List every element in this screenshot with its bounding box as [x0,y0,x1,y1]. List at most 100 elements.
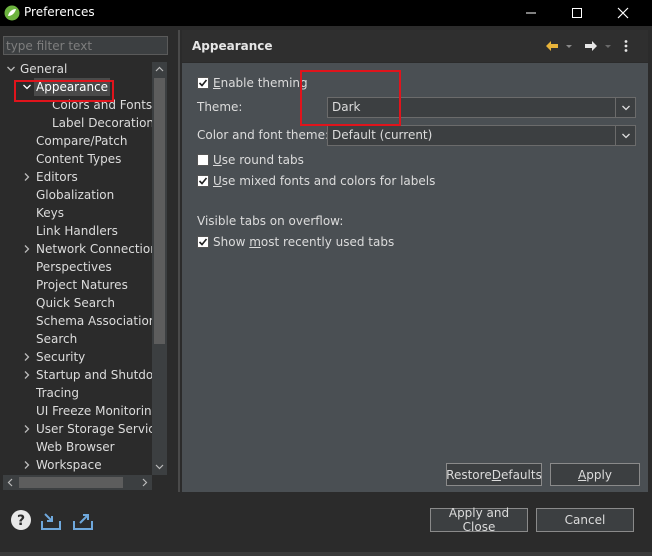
mixed-fonts-label: Use mixed fonts and colors for labels [213,174,436,188]
scroll-up-icon[interactable] [155,65,164,74]
appearance-page: Enable theming Theme: Dark Color and fon… [182,63,648,492]
tree-item[interactable]: Security [3,348,152,366]
svg-text:?: ? [17,513,25,529]
scroll-right-icon[interactable] [140,478,149,487]
checkmark-icon [198,238,208,246]
chevron-right-icon[interactable] [22,172,32,182]
chevron-right-icon[interactable] [22,244,32,254]
window-title: Preferences [24,5,95,19]
maximize-icon [572,8,582,18]
tree-item[interactable]: Workspace [3,456,152,474]
tree-item[interactable]: General [3,60,152,78]
scroll-down-icon[interactable] [155,462,164,471]
tree-item[interactable]: Keys [3,204,152,222]
back-dropdown-icon[interactable] [564,38,574,54]
tree-item-label: Globalization [36,188,115,202]
round-tabs-label: Use round tabs [213,153,304,167]
tree-item[interactable]: Search [3,330,152,348]
tree-item[interactable]: Link Handlers [3,222,152,240]
tree-item[interactable]: Project Natures [3,276,152,294]
color-font-dropdown-button[interactable] [615,126,635,145]
tree-item[interactable]: Schema Associations [3,312,152,330]
chevron-right-icon[interactable] [22,424,32,434]
chevron-down-icon [621,105,630,110]
dialog-footer: ? Apply and Close Cancel [0,492,652,556]
tree-item[interactable]: Network Connections [3,240,152,258]
tree-item[interactable]: UI Freeze Monitoring [3,402,152,420]
close-button[interactable] [600,0,646,26]
tree-item-label: Tracing [36,386,80,400]
checkbox-box[interactable] [197,175,209,187]
checkbox-box[interactable] [197,236,209,248]
chevron-right-icon[interactable] [22,460,32,470]
export-icon[interactable] [72,509,94,531]
tree-item-label: General [20,62,68,76]
tree-item-label: Security [36,350,86,364]
tree-horizontal-scrollbar[interactable] [3,475,152,490]
tree-item-label: User Storage Service [36,422,152,436]
filter-input[interactable] [3,36,168,55]
view-menu-icon[interactable] [622,38,630,54]
tree-item[interactable]: Content Types [3,150,152,168]
minimize-button[interactable] [508,0,554,26]
theme-label: Theme: [197,100,243,114]
horizontal-scroll-thumb[interactable] [19,477,123,488]
help-icon[interactable]: ? [10,509,32,531]
chevron-right-icon[interactable] [22,370,32,380]
tree-item-label: Compare/Patch [36,134,128,148]
tree-item-label: Perspectives [36,260,112,274]
tree-item[interactable]: Quick Search [3,294,152,312]
tree-item-label: Web Browser [36,440,115,454]
vertical-scroll-thumb[interactable] [154,78,165,344]
tree-item[interactable]: Perspectives [3,258,152,276]
color-font-theme-dropdown[interactable]: Default (current) [327,125,636,146]
color-font-theme-value: Default (current) [332,128,433,142]
show-recent-tabs-label: Show most recently used tabs [213,235,395,249]
preferences-tree: General Appearance Colors and Fonts Label D… [3,60,152,476]
tree-item-label: Startup and Shutdown [36,368,152,382]
chevron-right-icon[interactable] [22,352,32,362]
title-bar: Preferences [0,0,652,26]
bottom-edge-strip [0,552,652,556]
tree-item[interactable]: Label Decorations [3,114,152,132]
scroll-left-icon[interactable] [6,478,15,487]
enable-theming-checkbox[interactable]: Enable theming [197,75,308,91]
checkmark-icon [198,79,208,87]
tree-vertical-scrollbar[interactable] [152,62,167,475]
tree-item-label: Project Natures [36,278,128,292]
forward-arrow-icon[interactable] [583,38,599,54]
checkbox-box[interactable] [197,77,209,89]
tree-item[interactable]: User Storage Service [3,420,152,438]
round-tabs-checkbox[interactable]: Use round tabs [197,152,304,168]
tree-item-label: UI Freeze Monitoring [36,404,152,418]
tree-item[interactable]: Editors [3,168,152,186]
apply-and-close-button[interactable]: Apply and Close [430,506,528,534]
tree-item[interactable]: Startup and Shutdown [3,366,152,384]
tree-item-label: Keys [36,206,65,220]
show-recent-tabs-checkbox[interactable]: Show most recently used tabs [197,234,394,250]
checkmark-icon [198,177,208,185]
maximize-button[interactable] [554,0,600,26]
tree-item[interactable]: Tracing [3,384,152,402]
theme-dropdown-button[interactable] [615,98,635,117]
import-icon[interactable] [40,509,62,531]
apply-button[interactable]: Apply [550,463,640,486]
mixed-fonts-checkbox[interactable]: Use mixed fonts and colors for labels [197,173,435,189]
forward-dropdown-icon[interactable] [603,38,613,54]
tree-item[interactable]: Compare/Patch [3,132,152,150]
close-icon [617,7,629,19]
page-header: Appearance [182,30,648,62]
tree-item[interactable]: Globalization [3,186,152,204]
tree-item[interactable]: Web Browser [3,438,152,456]
back-arrow-icon[interactable] [544,38,560,54]
tree-item-label: Schema Associations [36,314,152,328]
checkbox-box[interactable] [197,154,209,166]
page-title: Appearance [192,39,273,53]
pane-divider[interactable] [178,30,180,492]
cancel-button[interactable]: Cancel [536,508,634,532]
chevron-down-icon[interactable] [6,64,16,74]
highlight-theme-box [300,70,401,126]
tree-item-label: Quick Search [36,296,115,310]
tree-item-label: Link Handlers [36,224,118,238]
restore-defaults-button[interactable]: Restore Defaults [446,463,542,486]
